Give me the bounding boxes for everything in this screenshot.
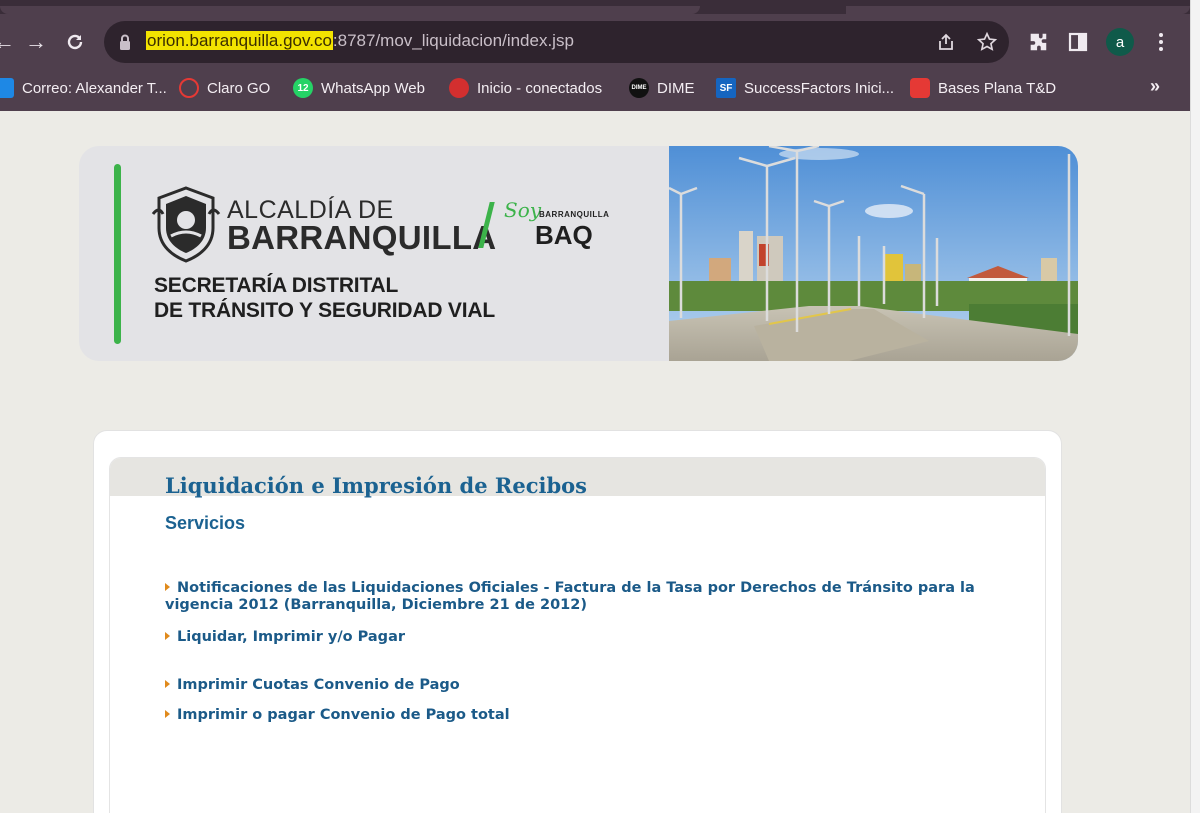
bullet-arrow-icon [165, 583, 170, 591]
alcaldia-line2: BARRANQUILLA [227, 219, 497, 256]
link-liquidar-imprimir-pagar[interactable]: Liquidar, Imprimir y/o Pagar [165, 629, 985, 646]
bookmark-whatsapp[interactable]: 12 WhatsApp Web [293, 77, 425, 99]
side-panel-icon[interactable] [1065, 29, 1091, 55]
page-title: Liquidación e Impresión de Recibos [165, 473, 587, 498]
bookmarks-overflow-button[interactable]: » [1150, 76, 1160, 97]
link-imprimir-cuotas[interactable]: Imprimir Cuotas Convenio de Pago [165, 677, 985, 694]
bullet-arrow-icon [165, 710, 170, 718]
green-accent-bar [114, 164, 121, 344]
menu-kebab-icon[interactable] [1148, 29, 1174, 55]
share-icon[interactable] [935, 31, 957, 53]
city-road-photo [669, 146, 1078, 361]
bookmark-successfactors[interactable]: SF SuccessFactors Inici... [716, 77, 894, 99]
vertical-scrollbar[interactable] [1190, 0, 1200, 813]
successfactors-icon: SF [716, 78, 736, 98]
section-subtitle: Servicios [165, 513, 246, 533]
back-arrow-icon[interactable]: ← [0, 26, 20, 58]
services-panel: Liquidación e Impresión de Recibos Servi… [109, 457, 1046, 813]
bookmark-correo[interactable]: Correo: Alexander T... [0, 77, 167, 99]
forward-arrow-icon[interactable]: → [20, 26, 52, 58]
conectados-icon [449, 78, 469, 98]
url-host: orion.barranquilla.gov.co [146, 31, 333, 50]
dime-icon: DIME [629, 78, 649, 98]
bookmark-bases-plana[interactable]: Bases Plana T&D [910, 77, 1056, 99]
link-text: Imprimir o pagar Convenio de Pago total [177, 707, 510, 723]
lock-icon[interactable] [118, 33, 132, 51]
bookmark-label: Claro GO [207, 79, 271, 97]
bookmark-conectados[interactable]: Inicio - conectados [449, 77, 602, 99]
link-text: Imprimir Cuotas Convenio de Pago [177, 677, 460, 693]
brand-baq-text: BAQ [535, 220, 593, 250]
reload-icon[interactable] [59, 26, 91, 58]
claro-icon [179, 78, 199, 98]
bookmark-dime[interactable]: DIME DIME [629, 77, 695, 99]
bookmark-label: Correo: Alexander T... [22, 79, 167, 97]
outlook-icon [0, 78, 14, 98]
url-path: :8787/mov_liquidacion/index.jsp [332, 31, 574, 50]
link-convenio-total[interactable]: Imprimir o pagar Convenio de Pago total [165, 707, 985, 724]
secretaria-line2: DE TRÁNSITO Y SEGURIDAD VIAL [154, 299, 495, 322]
bookmark-label: SuccessFactors Inici... [744, 79, 895, 97]
bookmark-label: WhatsApp Web [321, 79, 425, 97]
brand-small-text: BARRANQUILLA [539, 210, 610, 219]
bookmark-label: Bases Plana T&D [938, 79, 1057, 97]
extensions-icon[interactable] [1025, 29, 1051, 55]
link-text: Notificaciones de las Liquidaciones Ofic… [165, 580, 975, 613]
whatsapp-icon: 12 [293, 78, 313, 98]
tab-strip [0, 0, 1190, 14]
address-bar[interactable]: orion.barranquilla.gov.co:8787/mov_liqui… [104, 21, 1009, 63]
bookmark-label: DIME [657, 79, 695, 97]
link-notificaciones[interactable]: Notificaciones de las Liquidaciones Ofic… [165, 580, 985, 614]
tab-inactive[interactable] [846, 6, 1190, 14]
barranquilla-crest-logo [151, 186, 221, 263]
star-icon[interactable] [976, 31, 998, 53]
url-text[interactable]: orion.barranquilla.gov.co:8787/mov_liqui… [146, 31, 574, 51]
bullet-arrow-icon [165, 632, 170, 640]
soy-text: Soy [504, 198, 542, 222]
bookmark-label: Inicio - conectados [477, 79, 603, 97]
profile-avatar[interactable]: a [1106, 28, 1134, 56]
link-text: Liquidar, Imprimir y/o Pagar [177, 629, 405, 645]
secretaria-line1: SECRETARÍA DISTRITAL [154, 274, 399, 297]
bookmarks-bar: Correo: Alexander T... Claro GO 12 Whats… [0, 70, 1190, 106]
bullet-arrow-icon [165, 680, 170, 688]
header-banner: ALCALDÍA DE BARRANQUILLA Soy BARRANQUILL… [79, 146, 1078, 361]
tab-active[interactable] [0, 6, 700, 14]
bookmark-claro-go[interactable]: Claro GO [179, 77, 270, 99]
browser-toolbar: ← → orion.barranquilla.gov.co:8787/mov_l… [0, 0, 1190, 111]
bases-plana-icon [910, 78, 930, 98]
